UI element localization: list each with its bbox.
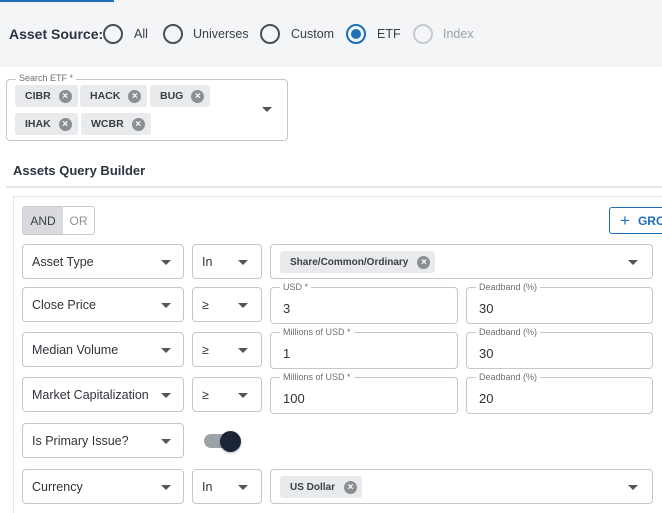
etf-chip-label: BUG <box>160 90 184 102</box>
value-input[interactable]: Millions of USD * 1 <box>270 327 458 369</box>
deadband-input-label: Deadband (%) <box>476 282 541 292</box>
cancel-circle-icon[interactable]: × <box>131 117 145 131</box>
active-tab-indicator <box>0 0 114 2</box>
deadband-input-value: 20 <box>479 391 494 406</box>
caret-down-icon <box>238 303 248 308</box>
radio-all-label[interactable]: All <box>134 27 148 41</box>
field-select-value: Close Price <box>32 298 96 312</box>
deadband-input[interactable]: Deadband (%) 30 <box>466 327 653 369</box>
value-input[interactable]: Millions of USD * 100 <box>270 372 458 414</box>
cancel-circle-icon[interactable]: × <box>58 89 72 103</box>
operator-select-value: In <box>202 255 213 269</box>
etf-chip: CIBR × <box>15 85 78 107</box>
asset-source-label: Asset Source: <box>9 26 104 42</box>
deadband-input[interactable]: Deadband (%) 20 <box>466 372 653 414</box>
value-input-value: 1 <box>283 346 291 361</box>
operator-select-value: ≥ <box>202 343 209 357</box>
etf-chip: HACK × <box>80 85 148 107</box>
and-button[interactable]: AND <box>23 207 63 234</box>
etf-chip-label: HACK <box>90 90 121 102</box>
field-select-value: Median Volume <box>32 343 119 357</box>
search-etf-legend: Search ETF * <box>16 73 77 83</box>
radio-etf[interactable] <box>346 24 366 44</box>
field-select-value: Currency <box>32 480 83 494</box>
caret-down-icon <box>628 260 638 265</box>
radio-etf-label[interactable]: ETF <box>377 27 401 41</box>
cancel-circle-icon[interactable]: × <box>58 117 72 131</box>
plus-icon: + <box>620 211 630 230</box>
deadband-input[interactable]: Deadband (%) 30 <box>466 282 653 324</box>
value-input-label: USD * <box>280 282 312 292</box>
caret-down-icon <box>238 485 248 490</box>
operator-select-value: ≥ <box>202 298 209 312</box>
field-select[interactable]: Median Volume <box>22 332 184 367</box>
caret-down-icon <box>238 348 248 353</box>
deadband-input-label: Deadband (%) <box>476 327 541 337</box>
caret-down-icon <box>161 260 171 265</box>
radio-universes-label[interactable]: Universes <box>193 27 249 41</box>
add-group-button[interactable]: + GRO <box>609 207 662 234</box>
caret-down-icon <box>161 348 171 353</box>
value-multiselect[interactable]: US Dollar × <box>270 469 653 504</box>
value-input-label: Millions of USD * <box>280 327 354 337</box>
operator-select-value: In <box>202 480 213 494</box>
cancel-circle-icon[interactable]: × <box>344 480 358 494</box>
deadband-input-value: 30 <box>479 346 494 361</box>
etf-chip-label: WCBR <box>91 118 124 130</box>
add-group-label: GRO <box>637 213 662 228</box>
etf-chip: IHAK × <box>15 113 78 135</box>
caret-down-icon <box>161 485 171 490</box>
radio-universes[interactable] <box>163 24 183 44</box>
field-select[interactable]: Currency <box>22 469 184 504</box>
primary-issue-toggle-knob[interactable] <box>220 431 241 452</box>
query-builder-title: Assets Query Builder <box>13 163 146 178</box>
radio-custom-label[interactable]: Custom <box>291 27 334 41</box>
field-select[interactable]: Asset Type <box>22 244 184 279</box>
radio-all[interactable] <box>103 24 123 44</box>
field-select[interactable]: Market Capitalization <box>22 377 184 412</box>
deadband-input-value: 30 <box>479 301 494 316</box>
or-button[interactable]: OR <box>63 207 94 234</box>
value-chip-label: Share/Common/Ordinary <box>290 256 409 268</box>
value-input-value: 3 <box>283 301 291 316</box>
caret-down-icon <box>238 393 248 398</box>
cancel-circle-icon[interactable]: × <box>417 255 431 269</box>
operator-select[interactable]: In <box>192 469 262 504</box>
value-chip: US Dollar × <box>280 476 363 498</box>
field-select-value: Market Capitalization <box>32 388 149 402</box>
value-input-value: 100 <box>283 391 305 406</box>
and-or-toggle: AND OR <box>22 206 95 235</box>
caret-down-icon <box>161 439 171 444</box>
value-input[interactable]: USD * 3 <box>270 282 458 324</box>
field-select-value: Is Primary Issue? <box>32 434 129 448</box>
deadband-input-label: Deadband (%) <box>476 372 541 382</box>
operator-select[interactable]: ≥ <box>192 332 262 367</box>
radio-index <box>413 24 433 44</box>
operator-select[interactable]: In <box>192 244 262 279</box>
field-select-value: Asset Type <box>32 255 94 269</box>
cancel-circle-icon[interactable]: × <box>191 89 205 103</box>
caret-down-icon <box>161 393 171 398</box>
operator-select-value: ≥ <box>202 388 209 402</box>
caret-down-icon <box>628 485 638 490</box>
field-select[interactable]: Close Price <box>22 287 184 322</box>
value-multiselect[interactable]: Share/Common/Ordinary × <box>270 244 653 279</box>
operator-select[interactable]: ≥ <box>192 287 262 322</box>
value-input-label: Millions of USD * <box>280 372 354 382</box>
caret-down-icon <box>238 260 248 265</box>
radio-index-label: Index <box>443 27 474 41</box>
cancel-circle-icon[interactable]: × <box>128 89 142 103</box>
etf-chip: BUG × <box>150 85 211 107</box>
etf-chip-label: IHAK <box>25 118 51 130</box>
caret-down-icon[interactable] <box>262 107 272 112</box>
value-chip: Share/Common/Ordinary × <box>280 251 436 273</box>
radio-custom[interactable] <box>260 24 280 44</box>
etf-chip: WCBR × <box>81 113 151 135</box>
caret-down-icon <box>161 303 171 308</box>
operator-select[interactable]: ≥ <box>192 377 262 412</box>
value-chip-label: US Dollar <box>290 481 336 493</box>
field-select[interactable]: Is Primary Issue? <box>22 423 184 458</box>
etf-chip-label: CIBR <box>25 90 51 102</box>
